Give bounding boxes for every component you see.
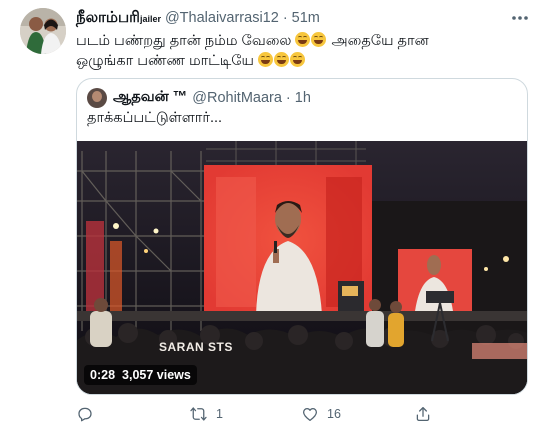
tweet-header: நீலாம்பரி jailer @Thalaivarrasi12 · 51m — [76, 9, 320, 29]
tweet-timestamp[interactable]: 51m — [292, 10, 320, 26]
tweet[interactable]: நீலாம்பரி jailer @Thalaivarrasi12 · 51m … — [0, 0, 543, 434]
face-with-tears-of-joy-emoji — [290, 52, 306, 67]
quoted-tweet-header: ஆதவன் ™ @RohitMaara · 1h — [87, 88, 311, 108]
header-separator: · — [282, 10, 288, 26]
retweet-icon — [190, 407, 207, 421]
author-name[interactable]: நீலாம்பரி — [76, 9, 140, 28]
quoted-author-name: ஆதவன் ™ — [113, 89, 188, 105]
more-options-button[interactable] — [509, 8, 531, 28]
author-name-suffix: jailer — [139, 14, 161, 24]
author-avatar[interactable] — [20, 8, 66, 54]
face-with-tears-of-joy-emoji — [311, 32, 327, 47]
quoted-author-handle: @RohitMaara — [192, 90, 282, 106]
face-with-tears-of-joy-emoji — [274, 52, 290, 67]
tweet-text-line2: ஒழுங்கா பண்ண மாட்டியே — [76, 53, 254, 69]
retweet-button[interactable]: 1 — [189, 402, 223, 426]
quoted-tweet[interactable]: ஆதவன் ™ @RohitMaara · 1h தாக்கப்பட்டுள்ள… — [76, 78, 528, 395]
quoted-header-separator: · — [285, 90, 291, 106]
quoted-author-avatar — [87, 88, 107, 108]
video-watermark: SARAN STS — [159, 340, 233, 354]
heart-icon — [302, 407, 318, 422]
author-handle[interactable]: @Thalaivarrasi12 — [165, 10, 279, 26]
like-button[interactable]: 16 — [301, 402, 341, 426]
like-count: 16 — [327, 407, 341, 421]
quoted-tweet-text: தாக்கப்பட்டுள்ளார்... — [87, 110, 223, 126]
face-with-tears-of-joy-emoji — [258, 52, 274, 67]
retweet-count: 1 — [216, 407, 223, 421]
reply-button[interactable] — [76, 402, 102, 426]
face-with-tears-of-joy-emoji — [295, 32, 311, 47]
reply-icon — [78, 407, 92, 422]
tweet-actions: 1 16 — [76, 402, 516, 426]
share-icon — [416, 406, 430, 422]
share-button[interactable] — [414, 402, 432, 426]
video-duration-badge: 0:28 3,057 views — [84, 365, 197, 385]
video-views: 3,057 views — [122, 368, 191, 382]
video-duration: 0:28 — [90, 368, 116, 382]
quoted-tweet-timestamp: 1h — [294, 90, 311, 106]
tweet-text: படம் பண்றது தான் நம்ம வேலை அதையே தான ஒழு… — [76, 31, 516, 71]
video-player[interactable]: SARAN STS 0:28 3,057 views — [77, 141, 527, 394]
tweet-text-line1: படம் பண்றது தான் நம்ம வேலை — [76, 33, 292, 49]
tweet-text-line1-after: அதையே தான — [331, 33, 429, 49]
more-horizontal-icon — [512, 16, 528, 20]
video-frame — [77, 141, 527, 394]
